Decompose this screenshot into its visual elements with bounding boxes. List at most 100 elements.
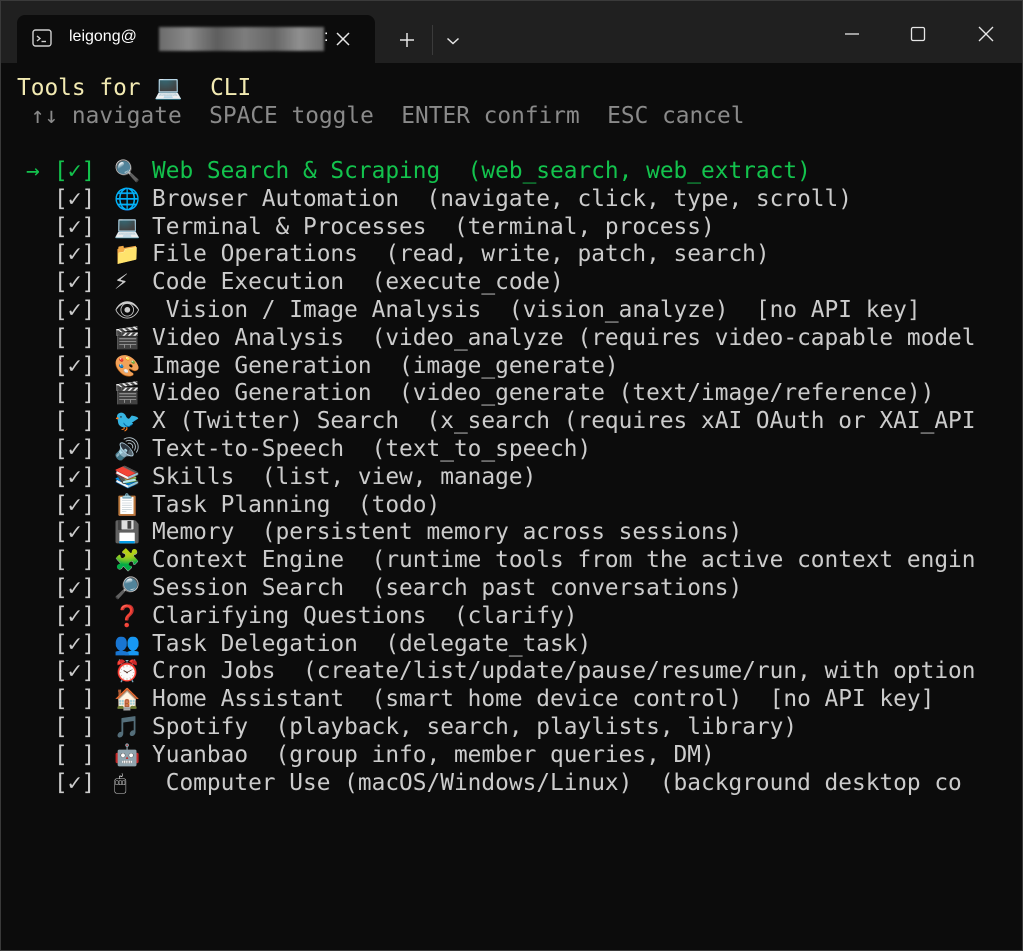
tool-emoji-icon: 🎬 <box>114 325 141 350</box>
tool-checkbox[interactable]: [ ] <box>54 380 114 408</box>
tool-label: Home Assistant (smart home device contro… <box>152 686 935 713</box>
tool-label: Video Generation (video_generate (text/i… <box>152 380 935 407</box>
tool-row[interactable]: [ ] 🤖 Yuanbao (group info, member queries,… <box>1 742 1022 770</box>
tools-title: Tools for 💻 CLI <box>17 75 252 101</box>
tool-label: Yuanbao (group info, member queries, DM) <box>152 741 715 768</box>
tool-checkbox[interactable]: [ ] <box>54 742 114 770</box>
tool-emoji-icon: 💾 <box>114 520 141 545</box>
tool-checkbox[interactable]: [✓] <box>54 353 114 381</box>
tool-row[interactable]: [✓] 💾 Memory (persistent memory across ses… <box>1 519 1022 547</box>
tool-label: File Operations (read, write, patch, sea… <box>152 241 770 268</box>
tool-row[interactable]: → [✓] 🔍 Web Search & Scraping (web_search, … <box>1 158 1022 186</box>
tool-label: Skills (list, view, manage) <box>152 463 537 490</box>
close-tab-button[interactable] <box>333 29 353 49</box>
tool-label: Task Delegation (delegate_task) <box>152 630 592 657</box>
tool-checkbox[interactable]: [✓] <box>54 436 114 464</box>
tool-row[interactable]: [✓] 🖱 Computer Use (macOS/Windows/Linux) … <box>1 770 1022 798</box>
tool-checkbox[interactable]: [✓] <box>54 241 114 269</box>
minimize-icon <box>845 33 859 35</box>
tool-row[interactable]: [✓] ⚡ Code Execution (execute_code) <box>1 269 1022 297</box>
tool-checkbox[interactable]: [✓] <box>54 631 114 659</box>
tool-row[interactable]: [✓] 📁 File Operations (read, write, patch,… <box>1 241 1022 269</box>
tool-row[interactable]: [✓] 👥 Task Delegation (delegate_task) <box>1 631 1022 659</box>
tool-row[interactable]: [✓] 📚 Skills (list, view, manage) <box>1 464 1022 492</box>
tool-checkbox[interactable]: [✓] <box>54 297 114 325</box>
terminal-tab[interactable]: leigong@ : <box>17 15 375 63</box>
tool-label: Vision / Image Analysis (vision_analyze)… <box>152 296 921 323</box>
tool-label: Session Search (search past conversation… <box>152 574 743 601</box>
tool-row[interactable]: [✓] 💻 Terminal & Processes (terminal, proc… <box>1 214 1022 242</box>
tool-checkbox[interactable]: [✓] <box>54 214 114 242</box>
tool-label: Clarifying Questions (clarify) <box>152 602 578 629</box>
tool-row[interactable]: [✓] 🎨 Image Generation (image_generate) <box>1 353 1022 381</box>
tool-row[interactable]: [ ] 🎬 Video Analysis (video_analyze (requi… <box>1 325 1022 353</box>
maximize-button[interactable] <box>895 11 941 57</box>
tool-checkbox[interactable]: [✓] <box>54 658 114 686</box>
terminal-icon <box>32 29 52 47</box>
tab-title: leigong@ <box>69 28 137 45</box>
tool-row[interactable]: [ ] 🏠 Home Assistant (smart home device co… <box>1 686 1022 714</box>
tool-row[interactable]: [✓] 🔊 Text-to-Speech (text_to_speech) <box>1 436 1022 464</box>
tool-emoji-icon: 🎵 <box>114 714 141 739</box>
tool-label: Task Planning (todo) <box>152 491 441 518</box>
tool-emoji-icon: 🤖 <box>114 742 141 767</box>
tool-label: Memory (persistent memory across session… <box>152 519 743 546</box>
tool-label: Spotify (playback, search, playlists, li… <box>152 713 798 740</box>
close-icon <box>336 32 350 46</box>
tool-emoji-icon: 🌐 <box>114 186 141 211</box>
tool-checkbox[interactable]: [ ] <box>54 325 114 353</box>
tool-checkbox[interactable]: [ ] <box>54 547 114 575</box>
tool-checkbox[interactable]: [✓] <box>54 464 114 492</box>
tool-label: X (Twitter) Search (x_search (requires x… <box>152 408 976 435</box>
tool-emoji-icon: 🔎 <box>114 575 141 600</box>
tool-row[interactable]: [✓] ⏰ Cron Jobs (create/list/update/pause/… <box>1 658 1022 686</box>
maximize-icon <box>910 26 926 42</box>
tool-emoji-icon: 👥 <box>114 631 141 656</box>
tool-label: Code Execution (execute_code) <box>152 269 564 296</box>
tool-emoji-icon: 🖱 <box>114 770 127 795</box>
plus-icon <box>400 33 414 47</box>
tool-label: Browser Automation (navigate, click, typ… <box>152 185 852 212</box>
tool-checkbox[interactable]: [✓] <box>54 492 114 520</box>
tool-label: Context Engine (runtime tools from the a… <box>152 547 976 574</box>
new-tab-button[interactable] <box>393 27 421 53</box>
key-hints: ↑↓ navigate SPACE toggle ENTER confirm E… <box>17 103 745 129</box>
tool-row[interactable]: [ ] 🧩 Context Engine (runtime tools from t… <box>1 547 1022 575</box>
tool-row[interactable]: [✓] 🌐 Browser Automation (navigate, click,… <box>1 186 1022 214</box>
tool-checkbox[interactable]: [✓] <box>54 603 114 631</box>
title-bar: leigong@ : <box>1 1 1022 63</box>
tab-title-suffix: : <box>324 28 329 45</box>
tool-checkbox[interactable]: [ ] <box>54 686 114 714</box>
tool-row[interactable]: [ ] 🐦 X (Twitter) Search (x_search (requir… <box>1 408 1022 436</box>
tool-checkbox[interactable]: [✓] <box>54 158 114 186</box>
tool-checkbox[interactable]: [ ] <box>54 714 114 742</box>
terminal-window: leigong@ : Tools for 💻 CLI ↑↓ navigate S… <box>0 0 1023 951</box>
tool-row[interactable]: [✓] 🔎 Session Search (search past conversa… <box>1 575 1022 603</box>
tool-checkbox[interactable]: [✓] <box>54 269 114 297</box>
tool-list: → [✓] 🔍 Web Search & Scraping (web_search, … <box>1 158 1022 797</box>
tool-emoji-icon: 📚 <box>114 464 141 489</box>
tool-label: Terminal & Processes (terminal, process) <box>152 213 715 240</box>
tool-emoji-icon: 💻 <box>114 214 141 239</box>
tool-row[interactable]: [ ] 🎵 Spotify (playback, search, playlists… <box>1 714 1022 742</box>
tool-row[interactable]: [ ] 🎬 Video Generation (video_generate (te… <box>1 380 1022 408</box>
close-window-button[interactable] <box>963 11 1009 57</box>
tool-label: Cron Jobs (create/list/update/pause/resu… <box>152 658 976 685</box>
tool-emoji-icon: ⚡ <box>114 270 129 295</box>
tool-checkbox[interactable]: [ ] <box>54 408 114 436</box>
tool-emoji-icon: 👁 <box>114 297 141 322</box>
profile-dropdown-button[interactable] <box>441 29 465 53</box>
tool-checkbox[interactable]: [✓] <box>54 186 114 214</box>
tool-checkbox[interactable]: [✓] <box>54 770 114 798</box>
tool-checkbox[interactable]: [✓] <box>54 519 114 547</box>
tool-label: Web Search & Scraping (web_search, web_e… <box>152 158 811 184</box>
tool-checkbox[interactable]: [✓] <box>54 575 114 603</box>
tool-emoji-icon: ❓ <box>114 603 141 628</box>
tool-row[interactable]: [✓] 📋 Task Planning (todo) <box>1 492 1022 520</box>
tool-emoji-icon: 🎨 <box>114 353 141 378</box>
tool-label: Video Analysis (video_analyze (requires … <box>152 324 976 351</box>
minimize-button[interactable] <box>829 11 875 57</box>
tool-row[interactable]: [✓] 👁 Vision / Image Analysis (vision_ana… <box>1 297 1022 325</box>
terminal-output[interactable]: Tools for 💻 CLI ↑↓ navigate SPACE toggle… <box>1 63 1022 950</box>
tool-row[interactable]: [✓] ❓ Clarifying Questions (clarify) <box>1 603 1022 631</box>
